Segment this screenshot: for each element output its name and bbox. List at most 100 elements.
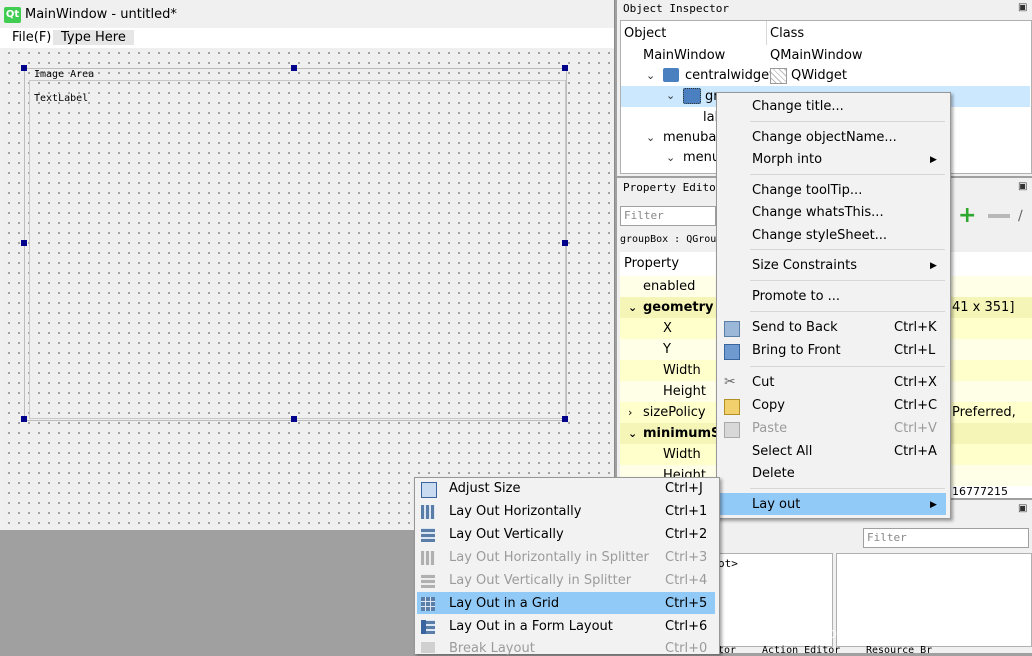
resize-handle[interactable]	[562, 65, 568, 71]
menu-lay-out-form[interactable]: Lay Out in a Form Layout	[449, 619, 613, 634]
shortcut: Ctrl+0	[665, 641, 708, 656]
tab-resource-browser[interactable]: Resource Br	[866, 645, 932, 656]
shortcut: Ctrl+4	[665, 573, 708, 588]
chevron-down-icon[interactable]: ⌄	[646, 69, 655, 82]
menu-morph-into[interactable]: Morph into	[752, 152, 822, 167]
resize-handle[interactable]	[291, 416, 297, 422]
menu-adjust-size[interactable]: Adjust Size	[449, 481, 520, 496]
bring-to-front-icon	[724, 344, 740, 360]
menu-lay-out-vertically[interactable]: Lay Out Vertically	[449, 527, 564, 542]
layout-horizontal-icon	[421, 505, 435, 519]
submenu-arrow-icon: ▶	[930, 261, 937, 271]
groupbox-title: Image Area	[34, 69, 95, 80]
chevron-down-icon[interactable]: ⌄	[666, 89, 675, 102]
property-value: 16777215	[952, 485, 1008, 498]
tree-item-centralwidget[interactable]: centralwidget	[685, 68, 774, 83]
menu-lay-out-horizontally-splitter: Lay Out Horizontally in Splitter	[449, 550, 649, 565]
menu-select-all[interactable]: Select All	[752, 444, 812, 459]
adjust-size-icon	[421, 482, 437, 498]
tab-action-editor[interactable]: Action Editor	[762, 645, 840, 656]
menu-separator	[750, 174, 945, 175]
menu-change-whatsthis[interactable]: Change whatsThis...	[752, 205, 884, 220]
menu-delete[interactable]: Delete	[752, 466, 795, 481]
menu-break-layout: Break Layout	[449, 641, 535, 656]
shortcut: Ctrl+3	[665, 550, 708, 565]
menu-paste: Paste	[752, 421, 788, 436]
property-name: Height	[663, 384, 706, 399]
resize-handle[interactable]	[21, 240, 27, 246]
shortcut: Ctrl+6	[665, 619, 708, 634]
property-name: Width	[663, 447, 701, 462]
tab-signal-editor[interactable]: tor	[718, 645, 736, 656]
menu-lay-out[interactable]: Lay out	[752, 497, 800, 512]
resize-handle[interactable]	[562, 416, 568, 422]
property-name: Width	[663, 363, 701, 378]
menu-lay-out-vertically-splitter: Lay Out Vertically in Splitter	[449, 573, 632, 588]
layout-icon	[770, 68, 787, 84]
resize-handle[interactable]	[21, 416, 27, 422]
property-name: enabled	[643, 279, 696, 294]
col-object-header[interactable]: Object	[624, 26, 666, 41]
shortcut: Ctrl+K	[894, 320, 937, 335]
text-label[interactable]: TextLabel	[34, 93, 88, 104]
undock-icon[interactable]: ▣	[1018, 503, 1027, 514]
remove-property-icon[interactable]	[988, 214, 1010, 218]
chevron-down-icon[interactable]: ⌄	[666, 151, 675, 164]
property-filter-input[interactable]: Filter	[620, 206, 716, 226]
paste-icon	[724, 422, 740, 438]
menu-lay-out-horizontally[interactable]: Lay Out Horizontally	[449, 504, 581, 519]
menu-copy[interactable]: Copy	[752, 398, 785, 413]
shortcut: Ctrl+V	[894, 421, 937, 436]
menu-separator	[750, 280, 945, 281]
col-property-header[interactable]: Property	[624, 253, 679, 274]
chevron-down-icon[interactable]: ⌄	[628, 297, 637, 318]
undock-icon[interactable]: ▣	[1018, 2, 1027, 13]
menu-change-objectname[interactable]: Change objectName...	[752, 130, 897, 145]
menu-send-to-back[interactable]: Send to Back	[752, 320, 838, 335]
chevron-down-icon[interactable]: ⌄	[628, 423, 637, 444]
signal-filter-input[interactable]: Filter	[863, 528, 1029, 548]
shortcut: Ctrl+C	[894, 398, 938, 413]
property-name: sizePolicy	[643, 405, 706, 420]
menu-size-constraints[interactable]: Size Constraints	[752, 258, 857, 273]
chevron-down-icon[interactable]: ⌄	[646, 131, 655, 144]
widget-icon	[663, 68, 679, 82]
menu-promote-to[interactable]: Promote to ...	[752, 289, 840, 304]
resize-handle[interactable]	[21, 65, 27, 71]
menu-change-stylesheet[interactable]: Change styleSheet...	[752, 228, 887, 243]
shortcut: Ctrl+1	[665, 504, 708, 519]
shortcut: Ctrl+X	[894, 375, 937, 390]
chevron-right-icon[interactable]: ›	[628, 402, 632, 423]
menu-separator	[750, 366, 945, 367]
break-layout-icon	[421, 642, 435, 653]
menu-change-tooltip[interactable]: Change toolTip...	[752, 183, 862, 198]
undock-icon[interactable]: ▣	[1018, 181, 1027, 192]
menu-bring-to-front[interactable]: Bring to Front	[752, 343, 841, 358]
resize-handle[interactable]	[562, 240, 568, 246]
menu-type-here[interactable]: Type Here	[53, 30, 134, 45]
menu-separator	[750, 121, 945, 122]
cut-icon: ✂	[724, 374, 736, 390]
tree-class: QMainWindow	[770, 48, 863, 63]
tree-item-mainwindow[interactable]: MainWindow	[643, 48, 725, 63]
groupbox-frame	[29, 80, 566, 419]
tree-item-menubar[interactable]: menubar	[663, 130, 722, 145]
layout-form-icon	[421, 620, 435, 634]
menu-cut[interactable]: Cut	[752, 375, 774, 390]
shortcut: Ctrl+L	[894, 343, 936, 358]
property-name: Y	[663, 342, 671, 357]
add-property-icon[interactable]: +	[958, 205, 978, 227]
menu-file[interactable]: File(F)	[8, 30, 55, 45]
menu-change-title[interactable]: Change title...	[752, 99, 844, 114]
resize-handle[interactable]	[291, 65, 297, 71]
form-menubar: File(F) Type Here	[0, 28, 614, 48]
tree-class: QWidget	[791, 68, 848, 83]
property-object-name: groupBox : QGrou	[620, 234, 717, 245]
copy-icon	[724, 399, 740, 415]
menu-lay-out-grid[interactable]: Lay Out in a Grid	[449, 596, 559, 611]
header-divider	[766, 21, 767, 45]
menu-separator	[750, 488, 945, 489]
property-value: 41 x 351]	[952, 300, 1015, 315]
configure-icon[interactable]: ∕	[1018, 208, 1032, 224]
col-class-header[interactable]: Class	[770, 26, 804, 41]
